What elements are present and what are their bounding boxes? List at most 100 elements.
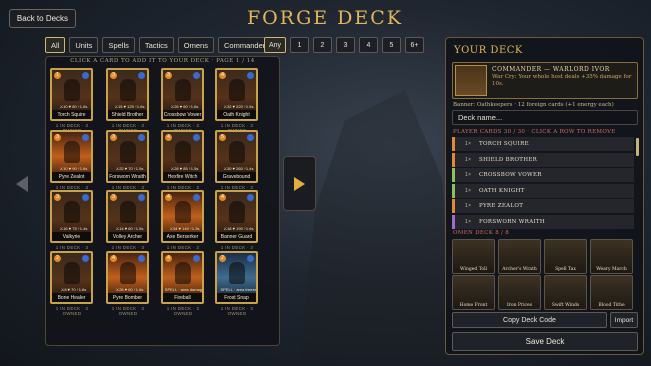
- deck-card-name: FORSWORN WRAITH: [479, 218, 546, 225]
- omen-card[interactable]: Blood Tithe: [590, 275, 633, 310]
- card-owned-count: 1 IN DECK · 3 OWNED: [220, 306, 254, 316]
- cost-3[interactable]: 3: [336, 37, 355, 53]
- cost-gem-icon: 3: [110, 72, 117, 79]
- faction-gem-icon: [247, 194, 254, 201]
- collection-hint: CLICK A CARD TO ADD IT TO YOUR DECK · PA…: [70, 58, 255, 64]
- collection-card[interactable]: 5 ⚔30 ♥ 260 ↑1.4s Gravebound: [215, 130, 258, 183]
- deck-name-input[interactable]: Deck name...: [452, 110, 638, 125]
- deck-card-row[interactable]: 1× PYRE ZEALOT: [452, 199, 634, 213]
- commander-name: COMMANDER — WARLORD IVOR: [492, 66, 610, 73]
- faction-gem-icon: [193, 134, 200, 141]
- card-stats: ⚔14 ♥ 60 ↑1.5s: [115, 226, 144, 231]
- filter-omens[interactable]: Omens: [177, 37, 214, 53]
- cost-gem-icon: 4: [165, 194, 172, 201]
- player-cards-scrollbar[interactable]: [636, 138, 639, 156]
- commander-card[interactable]: COMMANDER — WARLORD IVOR War Cry: Your w…: [452, 62, 638, 99]
- commander-ability: War Cry: Your whole host deals +35% dama…: [492, 74, 632, 87]
- faction-gem-icon: [82, 134, 89, 141]
- cost-gem-icon: 3: [54, 134, 61, 141]
- collection-card[interactable]: 3 ⚔16 ♥ 75 ↑1.4s Valkyrie: [50, 190, 93, 243]
- omen-name: Blood Tithe: [598, 303, 625, 308]
- deck-card-name: CROSSBOW VOWER: [479, 172, 542, 178]
- player-cards-list: 1× TORCH SQUIRE 1× SHIELD BROTHER 1× CROSSBOW…: [452, 137, 634, 230]
- card-art: [175, 141, 191, 163]
- card-stats: SPELL · area damage: [164, 287, 204, 292]
- cost-gem-icon: 4: [165, 255, 172, 262]
- card-name: Hexfire Witch: [163, 172, 202, 181]
- omen-card[interactable]: Iron Prices: [498, 275, 541, 310]
- cost-6-plus[interactable]: 6+: [405, 37, 424, 53]
- collection-card[interactable]: 2 ⚔8 ♥ 70 ↑1.6s Bone Healer: [50, 251, 93, 304]
- collection-card[interactable]: 3 ⚔10 ♥ 90 ↑1.6s Pyre Zealot: [50, 130, 93, 183]
- card-art: [120, 201, 136, 223]
- cost-4[interactable]: 4: [359, 37, 378, 53]
- cost-5[interactable]: 5: [382, 37, 401, 53]
- collection-card[interactable]: 3 ⚔22 ♥ 70 ↑1.5s Forsworn Wraith: [106, 130, 149, 183]
- deck-card-row[interactable]: 1× CROSSBOW VOWER: [452, 168, 634, 182]
- collection-card[interactable]: 4 SPELL · area damage Fireball: [161, 251, 204, 304]
- next-page-button[interactable]: [283, 156, 316, 211]
- import-button[interactable]: Import: [610, 312, 638, 328]
- omen-deck-header: OMEN DECK 8 / 8: [453, 230, 510, 236]
- deck-card-name: TORCH SQUIRE: [479, 141, 529, 147]
- deck-card-row[interactable]: 1× SHIELD BROTHER: [452, 152, 634, 167]
- card-art: [175, 201, 191, 223]
- omen-name: Swift Winds: [551, 303, 580, 308]
- deck-card-name: PYRE ZEALOT: [479, 203, 524, 209]
- faction-gem-icon: [247, 255, 254, 262]
- deck-title: YOUR DECK: [454, 45, 523, 56]
- filter-units[interactable]: Units: [69, 37, 99, 53]
- collection-card[interactable]: 4 ⚔18 ♥ 190 ↑1.6s Banner Guard: [215, 190, 258, 243]
- card-stats: SPELL · area freeze: [220, 287, 257, 292]
- prev-page-arrow-icon[interactable]: [16, 176, 28, 192]
- card-stats: ⚔8 ♥ 70 ↑1.6s: [60, 287, 87, 292]
- collection-card[interactable]: 4 ⚔28 ♥ 60 ↑1.6s Pyre Bomber: [106, 251, 149, 304]
- card-stats: ⚔28 ♥ 85 ↑1.5s: [170, 166, 199, 171]
- faction-gem-icon: [138, 72, 145, 79]
- card-art: [120, 141, 136, 163]
- back-to-decks-button[interactable]: Back to Decks: [9, 9, 76, 28]
- filter-tactics[interactable]: Tactics: [138, 37, 174, 53]
- card-name: Gravebound: [217, 172, 256, 181]
- card-stats: ⚔16 ♥ 75 ↑1.4s: [59, 226, 88, 231]
- omen-card[interactable]: Swift Winds: [544, 275, 587, 310]
- collection-card[interactable]: 3 ⚔15 ♥ 125 ↑1.6s Shield Brother: [106, 68, 149, 121]
- omen-card[interactable]: Archer's Wrath: [498, 239, 541, 274]
- cost-gem-icon: 1: [54, 72, 61, 79]
- card-name: Banner Guard: [217, 232, 256, 241]
- filter-spells[interactable]: Spells: [102, 37, 135, 53]
- filter-all[interactable]: All: [45, 37, 66, 53]
- deck-card-qty: 1×: [465, 156, 472, 163]
- cost-gem-icon: 3: [54, 194, 61, 201]
- faction-gem-icon: [82, 72, 89, 79]
- omen-card[interactable]: Winged Toll: [452, 239, 495, 274]
- save-deck-button[interactable]: Save Deck: [452, 332, 638, 351]
- collection-card[interactable]: 4 ⚔28 ♥ 85 ↑1.5s Hexfire Witch: [161, 130, 204, 183]
- card-owned-count: 1 IN DECK · 3 OWNED: [166, 306, 200, 316]
- deck-card-row[interactable]: 1× FORSWORN WRAITH: [452, 214, 634, 229]
- player-cards-header: PLAYER CARDS 30 / 30 · CLICK A ROW TO RE…: [453, 129, 616, 135]
- collection-card[interactable]: 1 ⚔10 ♥ 80 ↑1.6s Torch Squire: [50, 68, 93, 121]
- deck-card-row[interactable]: 1× TORCH SQUIRE: [452, 137, 634, 151]
- omen-card[interactable]: Spell Tax: [544, 239, 587, 274]
- cost-2[interactable]: 2: [313, 37, 332, 53]
- cost-1[interactable]: 1: [290, 37, 309, 53]
- cost-gem-icon: 4: [110, 255, 117, 262]
- collection-card[interactable]: 4 ⚔34 ♥ 140 ↑1.3s Axe Berserker: [161, 190, 204, 243]
- card-name: Pyre Bomber: [108, 293, 147, 302]
- cost-any[interactable]: Any: [264, 37, 286, 53]
- collection-card[interactable]: 4 ⚔32 ♥ 220 ↑1.5s Oath Knight: [215, 68, 258, 121]
- card-name: Crossbow Vower: [163, 110, 202, 119]
- omen-name: Archer's Wrath: [502, 267, 537, 272]
- collection-card[interactable]: 3 ⚔26 ♥ 60 ↑1.6s Crossbow Vower: [161, 68, 204, 121]
- collection-card[interactable]: 3 ⚔14 ♥ 60 ↑1.5s Volley Archer: [106, 190, 149, 243]
- card-stats: ⚔18 ♥ 190 ↑1.6s: [223, 226, 254, 231]
- copy-deck-code-button[interactable]: Copy Deck Code: [452, 312, 607, 328]
- card-stats: ⚔32 ♥ 220 ↑1.5s: [223, 104, 254, 109]
- card-art: [64, 79, 80, 101]
- collection-card[interactable]: 2 SPELL · area freeze Frost Snap: [215, 251, 258, 304]
- omen-card[interactable]: Weary March: [590, 239, 633, 274]
- cost-gem-icon: 4: [219, 72, 226, 79]
- deck-card-row[interactable]: 1× OATH KNIGHT: [452, 183, 634, 198]
- omen-card[interactable]: Home Front: [452, 275, 495, 310]
